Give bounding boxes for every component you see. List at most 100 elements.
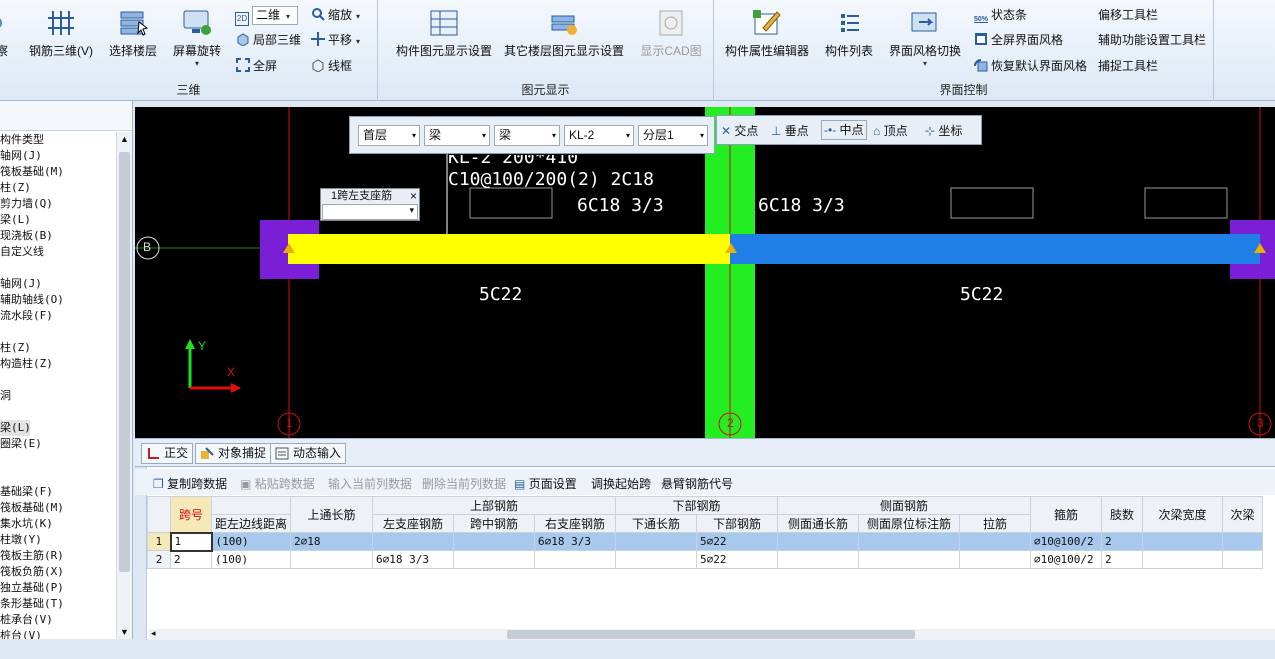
snap-intersection-button[interactable]: ✕ 交点	[721, 122, 758, 139]
table-cell-mid[interactable]	[453, 550, 536, 569]
table-cell-dist[interactable]: (100)	[210, 532, 292, 551]
tree-scrollbar[interactable]: ▲ ▼	[116, 132, 132, 639]
grid-hscrollbar[interactable]: ◂	[149, 628, 1275, 640]
right-support-header[interactable]: 右支座钢筋	[534, 514, 617, 533]
snap-coordinate-button[interactable]: ⊹ 坐标	[925, 122, 962, 139]
tree-item[interactable]: 基础梁(F)	[0, 484, 116, 500]
tree-item[interactable]: 桩台(V)	[0, 628, 116, 639]
member-list-button[interactable]: 构件列表	[820, 4, 878, 59]
scroll-left-icon[interactable]: ◂	[151, 628, 156, 639]
rebar-3d-button[interactable]: 钢筋三维(V)	[26, 4, 96, 59]
tree-item[interactable]: 现浇板(B)	[0, 228, 116, 244]
tree-item[interactable]: 洞	[0, 388, 116, 404]
delete-column-button[interactable]: 删除当前列数据	[422, 475, 506, 492]
status-bar-toggle[interactable]: 50% 状态条	[974, 5, 1027, 25]
table-cell-span[interactable]: 2	[170, 550, 212, 569]
tree-item[interactable]: 剪力墙(Q)	[0, 196, 116, 212]
legs-header[interactable]: 肢数	[1101, 496, 1144, 533]
show-cad-button[interactable]: 显示CAD图	[636, 4, 706, 59]
table-cell-w[interactable]	[1142, 532, 1224, 551]
tree-scroll-thumb[interactable]	[119, 152, 130, 572]
fullscreen-button[interactable]: 全屏	[236, 56, 277, 76]
snap-vertex-button[interactable]: ⌂ 顶点	[873, 122, 908, 139]
tree-item[interactable]	[0, 260, 116, 276]
fullscreen-style-button[interactable]: 全屏界面风格	[974, 30, 1063, 50]
table-cell-side_through[interactable]	[777, 550, 860, 569]
popup-close-icon[interactable]: ×	[410, 189, 417, 203]
restore-style-button[interactable]: 恢复默认界面风格	[974, 56, 1087, 76]
dist-left-header[interactable]: 距左边线距离	[210, 514, 292, 533]
snap-toolbar-toggle[interactable]: 捕捉工具栏	[1098, 56, 1158, 76]
input-column-button[interactable]: 输入当前列数据	[328, 475, 412, 492]
aux-settings-toolbar-toggle[interactable]: 辅助功能设置工具栏	[1098, 30, 1206, 50]
tree-item[interactable]: 集水坑(K)	[0, 516, 116, 532]
bottom-rebar-sub-header[interactable]: 下部钢筋	[696, 514, 779, 533]
table-cell-mid[interactable]	[453, 532, 536, 551]
tree-item[interactable]	[0, 372, 116, 388]
table-cell-side_orig[interactable]	[858, 532, 961, 551]
left-support-header[interactable]: 左支座钢筋	[372, 514, 455, 533]
screen-rotate-button[interactable]: 屏幕旋转 ▾	[170, 4, 224, 68]
tree-item[interactable]: 桩承台(V)	[0, 612, 116, 628]
table-cell-w[interactable]	[1142, 550, 1224, 569]
select-floor-button[interactable]: 选择楼层	[106, 4, 160, 59]
table-cell-legs[interactable]: 2	[1101, 532, 1144, 551]
component-tree[interactable]: 构件类型 轴网(J) 筏板基础(M) 柱(Z) 剪力墙(Q) 梁(L) 现浇板(B) 自定义线…	[0, 132, 116, 639]
snap-perpendicular-button[interactable]: ⊥ 垂点	[771, 122, 809, 139]
table-cell-x[interactable]	[1222, 532, 1264, 551]
object-snap-toggle[interactable]: 对象捕捉	[195, 443, 272, 464]
mid-span-header[interactable]: 跨中钢筋	[453, 514, 536, 533]
table-cell-left_sup[interactable]: 6⌀18 3/3	[372, 550, 455, 569]
grid-hscroll-thumb[interactable]	[507, 630, 915, 639]
tree-item[interactable]: 筏板负筋(X)	[0, 564, 116, 580]
snap-midpoint-button[interactable]: -•- 中点	[821, 120, 867, 140]
tree-item[interactable]: 梁(L)	[0, 212, 116, 228]
copy-span-button[interactable]: ❐ 复制跨数据	[153, 475, 227, 492]
ortho-toggle[interactable]: 正交	[141, 443, 194, 464]
zoom-button[interactable]: 缩放 ▾	[311, 5, 360, 25]
member-type-select[interactable]: 梁 ▾	[424, 125, 490, 146]
table-cell-left_sup[interactable]	[372, 532, 455, 551]
table-cell-side_through[interactable]	[777, 532, 860, 551]
member-name-select[interactable]: KL-2 ▾	[564, 125, 634, 146]
view-mode-select[interactable]: 2D 二维 ▾	[235, 5, 298, 26]
tree-item[interactable]: 自定义线	[0, 244, 116, 260]
table-cell-x[interactable]	[1222, 550, 1264, 569]
tie-bar-header[interactable]: 拉筋	[959, 514, 1032, 533]
tree-item[interactable]: 柱墩(Y)	[0, 532, 116, 548]
tree-item[interactable]	[0, 452, 116, 468]
table-cell-bot_through[interactable]	[615, 550, 698, 569]
table-row[interactable]: 2 2 (100) 6⌀18 3/3 5⌀22 ⌀10@100/2 2	[147, 550, 1264, 569]
page-setup-button[interactable]: ▤ 页面设置	[514, 475, 577, 492]
tree-item[interactable]: 柱(Z)	[0, 340, 116, 356]
popup-rebar-input[interactable]: ▾	[322, 204, 418, 220]
dynamic-input-toggle[interactable]: 动态输入	[270, 443, 347, 464]
tree-item[interactable]: 构件类型	[0, 132, 116, 148]
table-cell-span[interactable]: 1	[169, 531, 213, 552]
member-display-settings-button[interactable]: 构件图元显示设置	[388, 4, 500, 59]
span-no-header[interactable]: 跨号	[170, 496, 212, 533]
ui-style-switch-button[interactable]: 界面风格切换 ▾	[886, 4, 964, 68]
table-cell-bot_through[interactable]	[615, 532, 698, 551]
tree-item[interactable]: 圈梁(E)	[0, 436, 116, 452]
paste-span-button[interactable]: ▣ 粘贴跨数据	[240, 475, 315, 492]
table-cell-right_sup[interactable]	[534, 550, 617, 569]
property-editor-button[interactable]: 构件属性编辑器	[722, 4, 812, 59]
table-cell-bot[interactable]: 5⌀22	[696, 532, 779, 551]
partial-3d-button[interactable]: 局部三维	[236, 30, 301, 50]
table-cell-stirrup[interactable]: ⌀10@100/2	[1030, 550, 1103, 569]
tree-item[interactable]	[0, 404, 116, 420]
table-cell-tie[interactable]	[959, 532, 1032, 551]
table-cell-side_orig[interactable]	[858, 550, 961, 569]
table-cell-legs[interactable]: 2	[1101, 550, 1144, 569]
stirrup-header[interactable]: 箍筋	[1030, 496, 1103, 533]
top-through-header[interactable]: 上通长筋	[290, 496, 374, 533]
tree-item[interactable]: 筏板主筋(R)	[0, 548, 116, 564]
table-cell-top_through[interactable]	[290, 550, 374, 569]
tree-item[interactable]: 筏板基础(M)	[0, 164, 116, 180]
offset-toolbar-toggle[interactable]: 偏移工具栏	[1098, 5, 1158, 25]
tree-item[interactable]: 独立基础(P)	[0, 580, 116, 596]
table-cell-dist[interactable]: (100)	[210, 550, 292, 569]
member-subtype-select[interactable]: 梁 ▾	[494, 125, 560, 146]
tree-item[interactable]: 流水段(F)	[0, 308, 116, 324]
